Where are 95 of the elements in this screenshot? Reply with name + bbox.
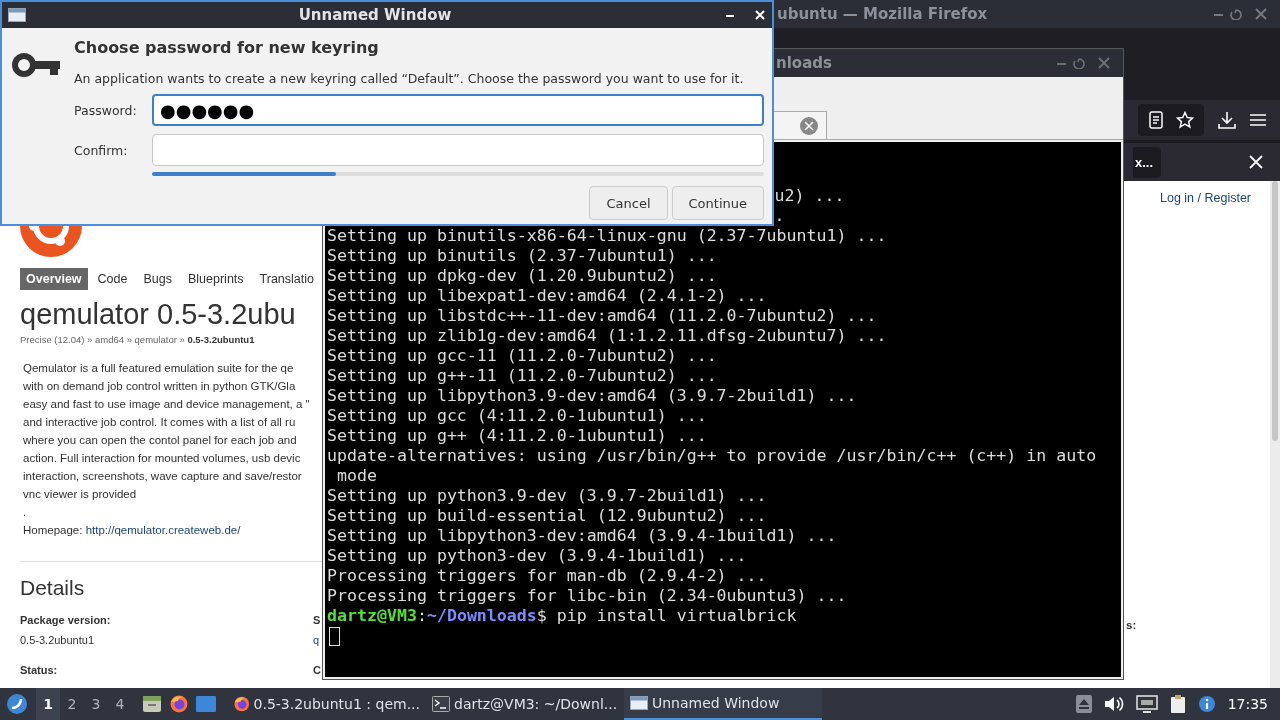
prompt-separator: : [416, 606, 427, 625]
key-icon [12, 52, 60, 78]
dialog-message: An application wants to create a new keyring called “Default”. Choose the password you want to use for it. [74, 71, 745, 86]
download-icon[interactable] [1218, 111, 1236, 129]
window-icon [630, 696, 648, 710]
terminal-line: Setting up gcc (4:11.2.0-1ubuntu1) ... [327, 406, 707, 425]
terminal-line: Setting up dpkg-dev (1.20.9ubuntu2) ... [327, 266, 717, 285]
description-line: easy and fast to use image and device management, a " [23, 397, 311, 412]
clock: 17:35 [1227, 696, 1268, 712]
terminal-line: Setting up python3.9-dev (3.9.7-2build1) ... [327, 486, 767, 505]
close-icon[interactable] [1249, 155, 1263, 169]
detail-label: S [313, 613, 322, 628]
description-line: interaction, screenshots, wave capture and save/restor [23, 469, 303, 484]
description-line: . [23, 505, 28, 520]
info-icon[interactable] [1197, 695, 1216, 713]
menu-icon[interactable] [1250, 113, 1266, 127]
window-title: ubuntu — Mozilla Firefox [777, 5, 988, 23]
task-button[interactable]: dartz@VM3: ~/Downl... [426, 688, 624, 720]
detail-label: s: [1126, 619, 1137, 631]
detail-link[interactable]: q [313, 630, 322, 660]
description-line: and interactive job control. It comes with a list of all ru [23, 415, 297, 430]
description-line: where you can open the contol panel for each job and [23, 433, 298, 448]
login-link[interactable]: Log in / Register [1160, 191, 1252, 205]
clipboard-icon[interactable] [1169, 694, 1186, 714]
nav-tab[interactable]: Translatio [253, 268, 320, 290]
address-bar[interactable] [1138, 104, 1204, 136]
prompt-path: ~/Downloads [426, 606, 537, 625]
description-line: with on demand job control written in python GTK/Gla [23, 379, 297, 394]
terminal-line: . [774, 206, 785, 225]
window-title: Unnamed Window [297, 6, 453, 24]
workspace-button[interactable]: 3 [84, 688, 108, 720]
detail-value: 0.5-3.2ubuntu1 [20, 633, 95, 648]
dialog-button[interactable]: Continue [671, 186, 764, 220]
description-line: vnc viewer is provided [23, 487, 138, 502]
terminal-line: Setting up libpython3-dev:amd64 (3.9.4-1build1) ... [327, 526, 837, 545]
dialog-heading: Choose password for new keyring [74, 38, 380, 57]
desktop-icon[interactable] [196, 695, 216, 713]
terminal-line: Setting up binutils-x86-64-linux-gnu (2.37-7ubuntu1) ... [327, 226, 887, 245]
terminal-line: Setting up gcc-11 (11.2.0-7ubuntu2) ... [327, 346, 717, 365]
terminal-line: Setting up binutils (2.37-7ubuntu1) ... [327, 246, 717, 265]
network-icon[interactable] [1135, 695, 1158, 713]
detail-label: C [313, 663, 322, 678]
terminal-line: u2) ... [774, 186, 845, 205]
terminal-line: Setting up zlib1g-dev:amd64 (1:1.2.11.dfsg-2ubuntu7) ... [327, 326, 887, 345]
detail-label: Status: [20, 663, 59, 678]
terminal-line: Setting up g++-11 (11.2.0-7ubuntu2) ... [327, 366, 717, 385]
nav-tab[interactable]: Bugs [137, 268, 178, 290]
section-heading: Details [20, 576, 86, 600]
terminal-icon [432, 696, 450, 712]
terminal-line: Processing triggers for libc-bin (2.34-0ubuntu3) ... [327, 586, 847, 605]
homepage-label: Homepage: [23, 524, 83, 536]
eject-icon[interactable] [1075, 695, 1092, 713]
terminal-line: Setting up libstdc++-11-dev:amd64 (11.2.0-7ubuntu2) ... [327, 306, 877, 325]
nav-tab[interactable]: Overview [20, 268, 88, 290]
task-button[interactable]: 0.5-3.2ubuntu1 : qem... [228, 688, 426, 720]
workspace-button[interactable]: 1 [36, 688, 60, 720]
notification-button[interactable]: x... [1132, 146, 1161, 178]
task-button[interactable]: Unnamed Window [624, 688, 822, 720]
firefox-icon[interactable] [234, 695, 250, 713]
description-line: action. Full interaction for mounted volumes, usb devic [23, 451, 302, 466]
terminal-line: mode [336, 466, 377, 485]
terminal-line: Processing triggers for man-db (2.9.4-2) ... [327, 566, 767, 585]
nav-tab[interactable]: Code [91, 268, 134, 290]
window-title: nloads [776, 54, 832, 72]
star-icon[interactable] [1176, 111, 1194, 129]
description-line: Qemulator is a full featured emulation suite for the qe [23, 361, 295, 376]
terminal-line: update-alternatives: using /usr/bin/g++ to provide /usr/bin/c++ (c++) in auto [327, 446, 1097, 465]
workspace-button[interactable]: 2 [60, 688, 84, 720]
nav-tab[interactable]: Blueprints [182, 268, 250, 290]
reader-view-icon[interactable] [1148, 111, 1164, 129]
volume-icon[interactable] [1103, 695, 1124, 713]
window-icon [8, 8, 26, 22]
terminal-line: Setting up python3-dev (3.9.4-1build1) ... [327, 546, 747, 565]
command-text: $ pip install virtualbrick [536, 606, 797, 625]
breadcrumb: Precise (12.04) » amd64 » qemulator » 0.5-3.2ubuntu1 [20, 334, 256, 345]
password-field[interactable] [152, 134, 764, 166]
terminal-line: Setting up build-essential (12.9ubuntu2) ... [327, 506, 767, 525]
terminal-line: Setting up libexpat1-dev:amd64 (2.4.1-2) ... [327, 286, 767, 305]
field-label: Confirm: [74, 142, 129, 158]
page-heading: qemulator 0.5-3.2ubu [20, 298, 297, 331]
prompt-user: dartz@VM3 [327, 606, 417, 625]
firefox-icon[interactable] [170, 695, 188, 713]
text-cursor [329, 627, 340, 646]
start-menu-icon[interactable] [6, 693, 28, 715]
scrollbar[interactable] [1270, 181, 1280, 688]
password-field[interactable]: ●●●●●● [152, 94, 764, 126]
field-label: Password: [74, 102, 138, 118]
terminal-line: Setting up libpython3.9-dev:amd64 (3.9.7-2build1) ... [327, 386, 857, 405]
dialog-button[interactable]: Cancel [589, 186, 668, 220]
workspace-button[interactable]: 4 [108, 688, 132, 720]
file-manager-icon[interactable] [142, 694, 162, 714]
window-controls-icon[interactable] [724, 9, 766, 21]
detail-label: Package version: [20, 613, 112, 628]
homepage-link[interactable]: http://qemulator.createweb.de/ [85, 524, 241, 536]
terminal-line: Setting up g++ (4:11.2.0-1ubuntu1) ... [327, 426, 707, 445]
